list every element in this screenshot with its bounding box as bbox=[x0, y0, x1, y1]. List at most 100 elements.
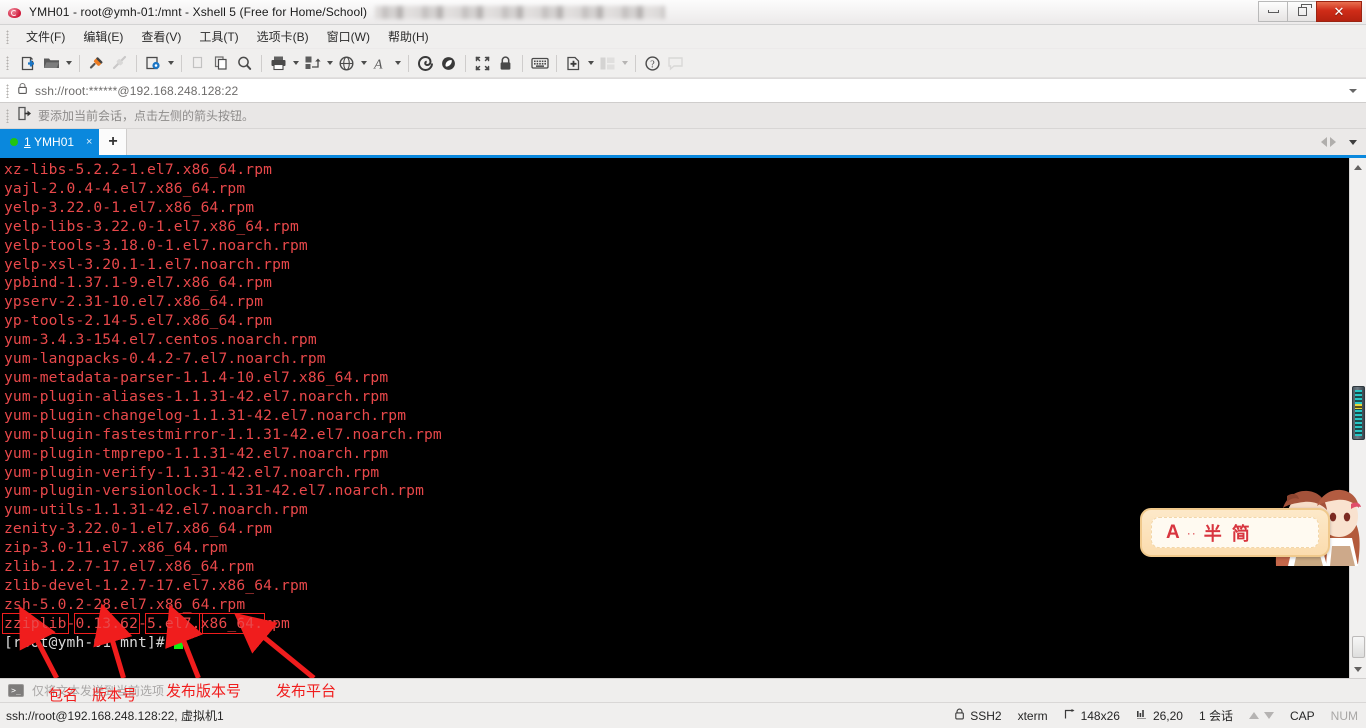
highlight-box: 5.el7. bbox=[145, 612, 203, 634]
terminal-text: rpm bbox=[263, 614, 290, 632]
session-properties-icon[interactable] bbox=[142, 52, 165, 75]
compose-pane-dropdown-icon[interactable] bbox=[585, 52, 596, 75]
lock-icon bbox=[954, 708, 965, 723]
toolbar-grip-handle[interactable] bbox=[6, 56, 9, 70]
minimize-button[interactable] bbox=[1258, 1, 1287, 22]
terminal-line: yum-plugin-changelog-1.1.31-42.el7.noarc… bbox=[4, 406, 407, 424]
transfer-icon[interactable] bbox=[301, 52, 324, 75]
title-bar: YMH01 - root@ymh-01:/mnt - Xshell 5 (Fre… bbox=[0, 0, 1366, 25]
terminal-line: yelp-libs-3.22.0-1.el7.x86_64.rpm bbox=[4, 217, 299, 235]
font-icon[interactable]: A bbox=[369, 52, 392, 75]
menu-file[interactable]: 文件(F) bbox=[17, 25, 74, 48]
scrollbar-thumb[interactable] bbox=[1352, 386, 1365, 440]
help-icon[interactable]: ? bbox=[641, 52, 664, 75]
terminal-line: yum-plugin-fastestmirror-1.1.31-42.el7.n… bbox=[4, 425, 442, 443]
add-session-icon[interactable] bbox=[17, 106, 32, 126]
terminal-line: ypbind-1.37.1-9.el7.x86_64.rpm bbox=[4, 274, 273, 292]
keyboard-icon[interactable] bbox=[528, 52, 551, 75]
address-input[interactable]: ssh://root:******@192.168.248.128:22 bbox=[35, 84, 238, 98]
menu-tabs[interactable]: 选项卡(B) bbox=[248, 25, 318, 48]
terminal-scrollbar[interactable] bbox=[1349, 158, 1366, 678]
address-grip-handle[interactable] bbox=[6, 83, 9, 98]
terminal-line: yajl-2.0.4-4.el7.x86_64.rpm bbox=[4, 179, 246, 197]
menu-help[interactable]: 帮助(H) bbox=[379, 25, 438, 48]
terminal-line: yum-langpacks-0.4.2-7.el7.noarch.rpm bbox=[4, 350, 326, 368]
terminal-prompt: [root@ymh-01 mnt]# bbox=[4, 634, 1349, 653]
terminal-line: yelp-tools-3.18.0-1.el7.noarch.rpm bbox=[4, 236, 308, 254]
terminal-line: zlib-1.2.7-17.el7.x86_64.rpm bbox=[4, 558, 255, 576]
font-dropdown-icon[interactable] bbox=[392, 52, 403, 75]
terminal-line: zip-3.0-11.el7.x86_64.rpm bbox=[4, 539, 228, 557]
menu-view[interactable]: 查看(V) bbox=[132, 25, 190, 48]
next-tab-icon[interactable] bbox=[1330, 137, 1336, 147]
toolbar-separator bbox=[556, 54, 557, 72]
compose-pane-icon[interactable] bbox=[562, 52, 585, 75]
menu-window[interactable]: 窗口(W) bbox=[318, 25, 379, 48]
toolbar-separator bbox=[181, 54, 182, 72]
toolbar: A ? bbox=[0, 49, 1366, 78]
scroll-up-indicator-icon bbox=[1248, 712, 1259, 719]
scrollbar-secondary-thumb[interactable] bbox=[1352, 636, 1365, 658]
hint-grip-handle[interactable] bbox=[6, 108, 9, 123]
title-blurred-region bbox=[375, 5, 666, 19]
toolbar-separator bbox=[465, 54, 466, 72]
toolbar-separator bbox=[522, 54, 523, 72]
terminal-line: yum-plugin-versionlock-1.1.31-42.el7.noa… bbox=[4, 482, 425, 500]
terminal-line: ypserv-2.31-10.el7.x86_64.rpm bbox=[4, 293, 264, 311]
copy-icon[interactable] bbox=[210, 52, 233, 75]
tab-status-dot-icon bbox=[10, 138, 18, 146]
maximize-button[interactable] bbox=[1287, 1, 1316, 22]
menu-edit[interactable]: 编辑(E) bbox=[74, 25, 132, 48]
chevron-down-icon[interactable] bbox=[1349, 88, 1357, 93]
terminal-line: zenity-3.22.0-1.el7.x86_64.rpm bbox=[4, 520, 273, 538]
scroll-down-icon[interactable] bbox=[1351, 661, 1366, 677]
prev-tab-icon[interactable] bbox=[1321, 137, 1327, 147]
tab-close-icon[interactable]: × bbox=[86, 136, 92, 148]
status-emulation: xterm bbox=[1017, 708, 1048, 723]
find-icon[interactable] bbox=[233, 52, 256, 75]
svg-text:?: ? bbox=[650, 59, 655, 70]
lock-icon[interactable] bbox=[494, 52, 517, 75]
terminal-line: yp-tools-2.14-5.el7.x86_64.rpm bbox=[4, 312, 273, 330]
print-dropdown-icon[interactable] bbox=[290, 52, 301, 75]
terminal-output[interactable]: xz-libs-5.2.2-1.el7.x86_64.rpm yajl-2.0.4… bbox=[0, 158, 1349, 678]
xftp-icon[interactable] bbox=[437, 52, 460, 75]
terminal-line: yum-3.4.3-154.el7.centos.noarch.rpm bbox=[4, 331, 317, 349]
terminal-line: zlib-devel-1.2.7-17.el7.x86_64.rpm bbox=[4, 576, 308, 594]
address-bar[interactable]: ssh://root:******@192.168.248.128:22 bbox=[0, 78, 1366, 103]
menu-tools[interactable]: 工具(T) bbox=[190, 25, 247, 48]
scroll-down-indicator-icon bbox=[1263, 712, 1274, 719]
status-cursor: 26,20 bbox=[1152, 708, 1183, 723]
menu-grip-handle[interactable] bbox=[6, 29, 9, 44]
lock-icon bbox=[17, 82, 28, 100]
browser-dropdown-icon[interactable] bbox=[358, 52, 369, 75]
scroll-up-icon[interactable] bbox=[1351, 159, 1366, 175]
browser-icon[interactable] bbox=[335, 52, 358, 75]
toolbar-separator bbox=[408, 54, 409, 72]
xshell-icon[interactable] bbox=[414, 52, 437, 75]
tab-ymh01[interactable]: 1 YMH01 × bbox=[0, 129, 100, 155]
tab-label: 1 YMH01 bbox=[24, 135, 74, 149]
terminal-area: xz-libs-5.2.2-1.el7.x86_64.rpm yajl-2.0.4… bbox=[0, 158, 1366, 680]
resize-icon bbox=[1064, 708, 1076, 723]
tab-list-dropdown-icon[interactable] bbox=[1349, 139, 1357, 145]
window-controls: ✕ bbox=[1258, 0, 1366, 25]
new-tab-button[interactable]: + bbox=[99, 129, 128, 155]
transfer-dropdown-icon[interactable] bbox=[324, 52, 335, 75]
terminal-line: yum-plugin-verify-1.1.31-42.el7.noarch.r… bbox=[4, 463, 380, 481]
layout-dropdown-icon bbox=[619, 52, 630, 75]
terminal-cursor bbox=[173, 634, 183, 649]
app-logo-icon bbox=[7, 4, 23, 20]
status-sessions: 1 会话 bbox=[1198, 709, 1233, 723]
new-session-icon[interactable] bbox=[17, 52, 40, 75]
session-properties-dropdown-icon[interactable] bbox=[165, 52, 176, 75]
open-folder-icon[interactable] bbox=[40, 52, 63, 75]
fullscreen-icon[interactable] bbox=[471, 52, 494, 75]
print-icon[interactable] bbox=[267, 52, 290, 75]
close-button[interactable]: ✕ bbox=[1316, 1, 1362, 22]
connect-icon[interactable] bbox=[85, 52, 108, 75]
open-folder-dropdown-icon[interactable] bbox=[63, 52, 74, 75]
tab-title: YMH01 bbox=[34, 135, 75, 149]
send-text-bar[interactable]: >_ 仅将文本发送到当前选项 bbox=[0, 678, 1366, 702]
status-connection: ssh://root@192.168.248.128:22, 虚拟机1 bbox=[6, 709, 224, 723]
